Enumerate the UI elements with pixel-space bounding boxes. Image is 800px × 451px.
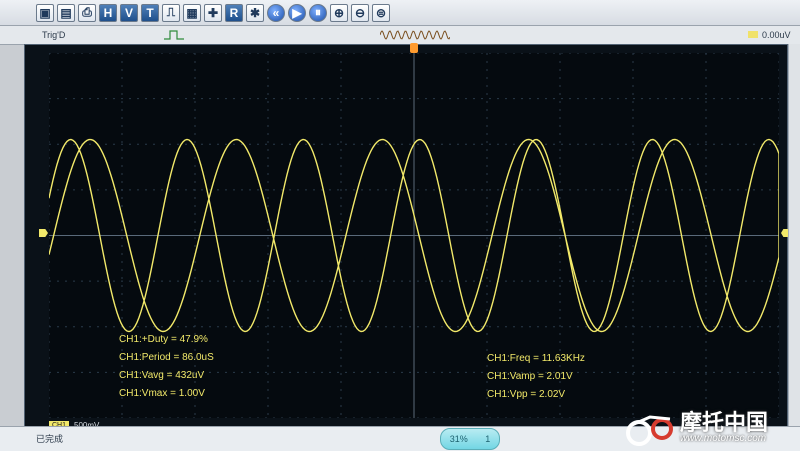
bottom-bar: 已完成 31% 1 摩托中国 www.motomsc.com bbox=[0, 410, 800, 451]
t-button-label: T bbox=[146, 5, 154, 20]
waveform-screen[interactable]: CH1:+Duty = 47.9% CH1:Period = 86.0uS CH… bbox=[49, 53, 779, 418]
motorcycle-logo-icon bbox=[626, 415, 673, 446]
right-scrollbar[interactable] bbox=[788, 44, 800, 426]
pulse-icon[interactable]: ⎍ bbox=[162, 3, 180, 22]
toolbar: ▣ ▤ ⎙ H V T ⎍ ▦ ✚ R ✱ « ▶ ⏸ ⊕ ⊖ ⊜ bbox=[0, 0, 800, 26]
r-button[interactable]: R bbox=[225, 3, 243, 22]
r-button-label: R bbox=[229, 5, 239, 20]
trigger-marker[interactable] bbox=[410, 43, 418, 53]
trigger-status: Trig'D bbox=[42, 30, 66, 40]
trigger-color-chip bbox=[748, 31, 758, 38]
save-icon[interactable]: ▤ bbox=[57, 3, 75, 22]
measure-vavg: CH1:Vavg = 432uV bbox=[119, 370, 205, 381]
t-button[interactable]: T bbox=[141, 3, 159, 22]
v-button-label: V bbox=[124, 5, 133, 20]
pause-icon[interactable]: ⏸ bbox=[309, 3, 327, 22]
cross-icon[interactable]: ✚ bbox=[204, 3, 222, 22]
print-icon[interactable]: ⎙ bbox=[78, 3, 96, 22]
script-icon[interactable]: ⊜ bbox=[372, 3, 390, 22]
progress-label: 31% bbox=[449, 434, 468, 444]
taskbar-status: 已完成 bbox=[36, 434, 64, 444]
measure-freq: CH1:Freq = 11.63KHz bbox=[487, 353, 585, 364]
play-icon[interactable]: ▶ bbox=[288, 3, 306, 22]
measure-period: CH1:Period = 86.0uS bbox=[119, 352, 214, 363]
watermark: 摩托中国 www.motomsc.com bbox=[624, 405, 794, 449]
timebase-preview[interactable] bbox=[380, 29, 450, 41]
v-button[interactable]: V bbox=[120, 3, 138, 22]
waveform-svg bbox=[49, 53, 779, 418]
watermark-url: www.motomsc.com bbox=[680, 433, 767, 444]
zoom-out-icon[interactable]: ⊖ bbox=[351, 3, 369, 22]
h-button-label: H bbox=[103, 5, 113, 20]
monitor-icon[interactable]: ▣ bbox=[36, 3, 54, 22]
rewind-icon[interactable]: « bbox=[267, 3, 285, 22]
status-bar: Trig'D 0.00uV bbox=[0, 26, 800, 45]
ch1-ground-marker[interactable] bbox=[39, 229, 48, 237]
grid-icon[interactable]: ▦ bbox=[183, 3, 201, 22]
trigger-value: 0.00uV bbox=[762, 30, 791, 40]
measure-vmax: CH1:Vmax = 1.00V bbox=[119, 388, 205, 399]
zoom-in-icon[interactable]: ⊕ bbox=[330, 3, 348, 22]
measure-duty: CH1:+Duty = 47.9% bbox=[119, 334, 208, 345]
h-button[interactable]: H bbox=[99, 3, 117, 22]
progress-secondary: 1 bbox=[485, 434, 491, 444]
measure-vpp: CH1:Vpp = 2.02V bbox=[487, 389, 566, 400]
progress-pill[interactable]: 31% 1 bbox=[440, 428, 500, 450]
trigger-pulse-icon bbox=[164, 30, 184, 40]
scope-area: CH1:+Duty = 47.9% CH1:Period = 86.0uS CH… bbox=[24, 43, 789, 432]
settings-icon[interactable]: ✱ bbox=[246, 3, 264, 22]
measure-vamp: CH1:Vamp = 2.01V bbox=[487, 371, 573, 382]
